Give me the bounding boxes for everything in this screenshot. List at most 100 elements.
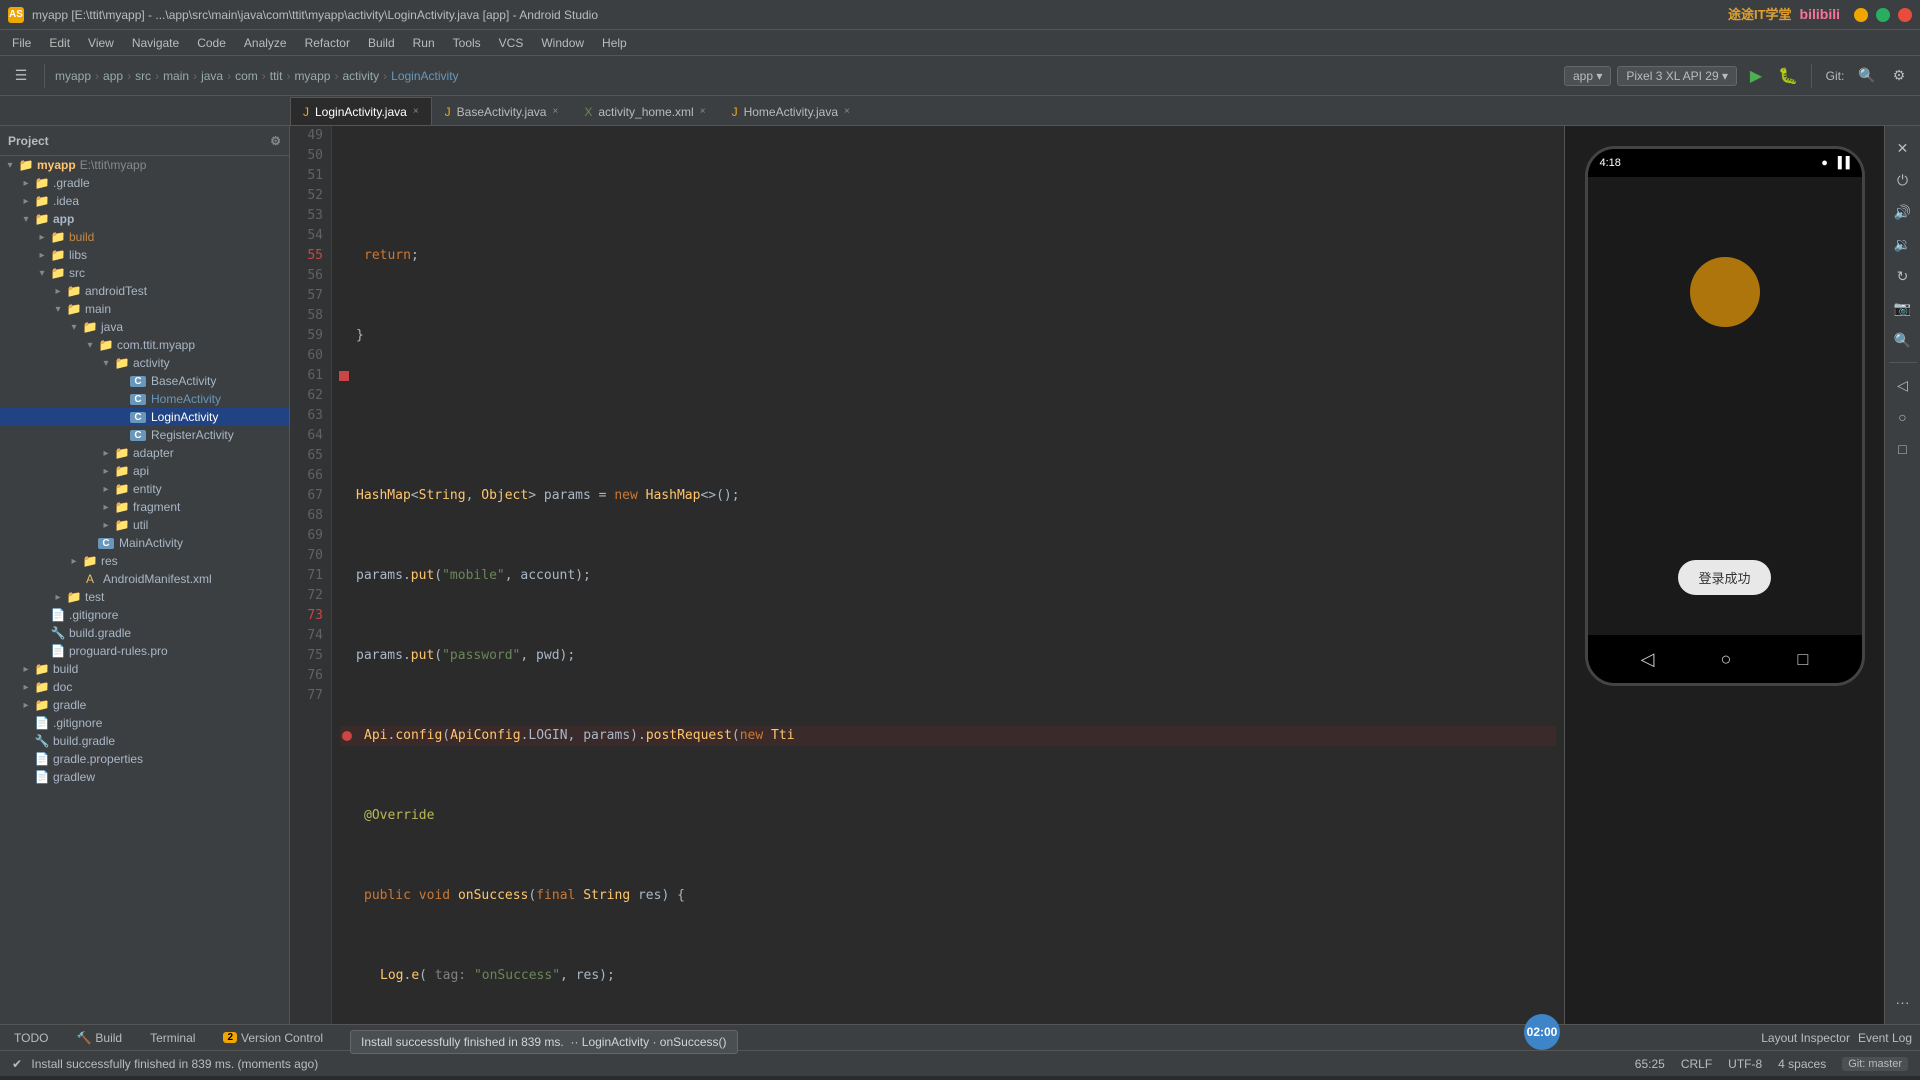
breadcrumb-activity[interactable]: activity xyxy=(342,69,379,83)
menu-view[interactable]: View xyxy=(80,34,122,52)
sidebar-gear-icon[interactable]: ⚙ xyxy=(270,134,281,148)
tree-item-gradlew[interactable]: ▸ 📄 gradlew xyxy=(0,768,289,786)
run-button[interactable]: ▶ xyxy=(1743,63,1769,89)
breadcrumb-loginactivity[interactable]: LoginActivity xyxy=(391,69,458,83)
code-editor[interactable]: 49 50 51 52 53 54 55 56 57 58 59 60 61 6… xyxy=(290,126,1564,1024)
tree-item-api[interactable]: ▸ 📁 api xyxy=(0,462,289,480)
emulator-power-btn[interactable]: ⏻ xyxy=(1889,166,1917,194)
tree-item-fragment[interactable]: ▸ 📁 fragment xyxy=(0,498,289,516)
tree-item-gradle[interactable]: ▸ 📁 .gradle xyxy=(0,174,289,192)
phone-nav-bar[interactable]: ◁ ○ □ xyxy=(1588,635,1862,683)
emulator-more-btn[interactable]: ··· xyxy=(1889,988,1917,1016)
tree-item-androidtest[interactable]: ▸ 📁 androidTest xyxy=(0,282,289,300)
emulator-square-btn[interactable]: □ xyxy=(1889,435,1917,463)
code-content[interactable]: return; } HashMap<String, Object> params… xyxy=(332,126,1564,1024)
status-git[interactable]: Git: master xyxy=(1842,1057,1908,1071)
minimize-button[interactable] xyxy=(1854,8,1868,22)
debug-button[interactable]: 🐛 xyxy=(1775,63,1801,89)
tree-item-buildgradle-root[interactable]: ▸ 🔧 build.gradle xyxy=(0,732,289,750)
breadcrumb-ttit[interactable]: ttit xyxy=(270,69,283,83)
menu-file[interactable]: File xyxy=(4,34,39,52)
status-charset[interactable]: UTF-8 xyxy=(1728,1057,1762,1071)
menu-navigate[interactable]: Navigate xyxy=(124,34,187,52)
tree-item-entity[interactable]: ▸ 📁 entity xyxy=(0,480,289,498)
tree-item-java[interactable]: ▾ 📁 java xyxy=(0,318,289,336)
tree-item-util[interactable]: ▸ 📁 util xyxy=(0,516,289,534)
tree-item-myapp[interactable]: ▾ 📁 myapp E:\ttit\myapp xyxy=(0,156,289,174)
tab-activity-home[interactable]: X activity_home.xml × xyxy=(571,97,718,125)
tree-item-gradle-root[interactable]: ▸ 📁 gradle xyxy=(0,696,289,714)
tree-item-build-app[interactable]: ▸ 📁 build xyxy=(0,228,289,246)
emulator-screenshot-btn[interactable]: 📷 xyxy=(1889,294,1917,322)
emulator-close-btn[interactable]: ✕ xyxy=(1889,134,1917,162)
device-selector[interactable]: Pixel 3 XL API 29 ▾ xyxy=(1617,66,1737,86)
status-crlf[interactable]: CRLF xyxy=(1681,1057,1712,1071)
tree-item-libs[interactable]: ▸ 📁 libs xyxy=(0,246,289,264)
menu-help[interactable]: Help xyxy=(594,34,635,52)
emulator-vol-up-btn[interactable]: 🔊 xyxy=(1889,198,1917,226)
breadcrumb-java[interactable]: java xyxy=(201,69,223,83)
tree-item-gitignore-root[interactable]: ▸ 📄 .gitignore xyxy=(0,714,289,732)
layout-inspector-link[interactable]: Layout Inspector xyxy=(1761,1031,1850,1045)
breadcrumb-com[interactable]: com xyxy=(235,69,258,83)
tree-item-main[interactable]: ▾ 📁 main xyxy=(0,300,289,318)
menu-analyze[interactable]: Analyze xyxy=(236,34,295,52)
menu-tools[interactable]: Tools xyxy=(445,34,489,52)
settings-btn[interactable]: ⚙ xyxy=(1886,63,1912,89)
project-view-btn[interactable]: ☰ xyxy=(8,63,34,89)
tab-close-activityhome[interactable]: × xyxy=(700,106,706,117)
menu-vcs[interactable]: VCS xyxy=(491,34,532,52)
tree-item-src[interactable]: ▾ 📁 src xyxy=(0,264,289,282)
tab-loginactivity[interactable]: J LoginActivity.java × xyxy=(290,97,432,125)
tree-item-homeactivity-file[interactable]: ▸ C HomeActivity xyxy=(0,390,289,408)
tab-build[interactable]: 🔨 Build xyxy=(70,1029,128,1047)
tree-item-res[interactable]: ▸ 📁 res xyxy=(0,552,289,570)
tree-item-activity-folder[interactable]: ▾ 📁 activity xyxy=(0,354,289,372)
status-indent[interactable]: 4 spaces xyxy=(1778,1057,1826,1071)
tab-baseactivity[interactable]: J BaseActivity.java × xyxy=(432,97,572,125)
tab-close-baseactivity[interactable]: × xyxy=(552,106,558,117)
tree-item-manifest[interactable]: ▸ A AndroidManifest.xml xyxy=(0,570,289,588)
tab-close-loginactivity[interactable]: × xyxy=(413,106,419,117)
status-line-col[interactable]: 65:25 xyxy=(1635,1057,1665,1071)
phone-recent-btn[interactable]: □ xyxy=(1798,649,1809,670)
tree-item-registeractivity[interactable]: ▸ C RegisterActivity xyxy=(0,426,289,444)
menu-run[interactable]: Run xyxy=(405,34,443,52)
tree-item-gitignore-app[interactable]: ▸ 📄 .gitignore xyxy=(0,606,289,624)
tree-item-loginactivity-file[interactable]: ▸ C LoginActivity xyxy=(0,408,289,426)
tree-item-app[interactable]: ▾ 📁 app xyxy=(0,210,289,228)
breadcrumb-main[interactable]: main xyxy=(163,69,189,83)
code-area[interactable]: 49 50 51 52 53 54 55 56 57 58 59 60 61 6… xyxy=(290,126,1564,1024)
tab-terminal[interactable]: Terminal xyxy=(144,1029,201,1047)
tree-item-doc[interactable]: ▸ 📁 doc xyxy=(0,678,289,696)
menu-build[interactable]: Build xyxy=(360,34,403,52)
breadcrumb-app[interactable]: app xyxy=(103,69,123,83)
git-button[interactable]: Git: xyxy=(1822,63,1848,89)
tree-item-adapter[interactable]: ▸ 📁 adapter xyxy=(0,444,289,462)
tab-version-control[interactable]: 2 Version Control xyxy=(217,1029,329,1047)
breadcrumb-src[interactable]: src xyxy=(135,69,151,83)
tab-close-homeactivity[interactable]: × xyxy=(844,106,850,117)
tree-item-buildgradle-app[interactable]: ▸ 🔧 build.gradle xyxy=(0,624,289,642)
tree-item-proguard[interactable]: ▸ 📄 proguard-rules.pro xyxy=(0,642,289,660)
emulator-vol-down-btn[interactable]: 🔉 xyxy=(1889,230,1917,258)
emulator-home-btn[interactable]: ○ xyxy=(1889,403,1917,431)
tree-item-gradle-properties[interactable]: ▸ 📄 gradle.properties xyxy=(0,750,289,768)
tree-item-build-root[interactable]: ▸ 📁 build xyxy=(0,660,289,678)
emulator-rotate-btn[interactable]: ↻ xyxy=(1889,262,1917,290)
menu-window[interactable]: Window xyxy=(533,34,592,52)
timer-badge[interactable]: 02:00 xyxy=(1524,1014,1560,1050)
tree-item-baseactivity[interactable]: ▸ C BaseActivity xyxy=(0,372,289,390)
breadcrumb-myapp2[interactable]: myapp xyxy=(294,69,330,83)
tab-homeactivity[interactable]: J HomeActivity.java × xyxy=(719,97,863,125)
tree-item-idea[interactable]: ▸ 📁 .idea xyxy=(0,192,289,210)
event-log-link[interactable]: Event Log xyxy=(1858,1031,1912,1045)
close-button[interactable] xyxy=(1898,8,1912,22)
maximize-button[interactable] xyxy=(1876,8,1890,22)
phone-home-btn[interactable]: ○ xyxy=(1721,649,1732,670)
breadcrumb-myapp[interactable]: myapp xyxy=(55,69,91,83)
run-config-selector[interactable]: app ▾ xyxy=(1564,66,1611,86)
tree-item-test[interactable]: ▸ 📁 test xyxy=(0,588,289,606)
search-everywhere-btn[interactable]: 🔍 xyxy=(1854,63,1880,89)
tree-item-mainactivity[interactable]: ▸ C MainActivity xyxy=(0,534,289,552)
